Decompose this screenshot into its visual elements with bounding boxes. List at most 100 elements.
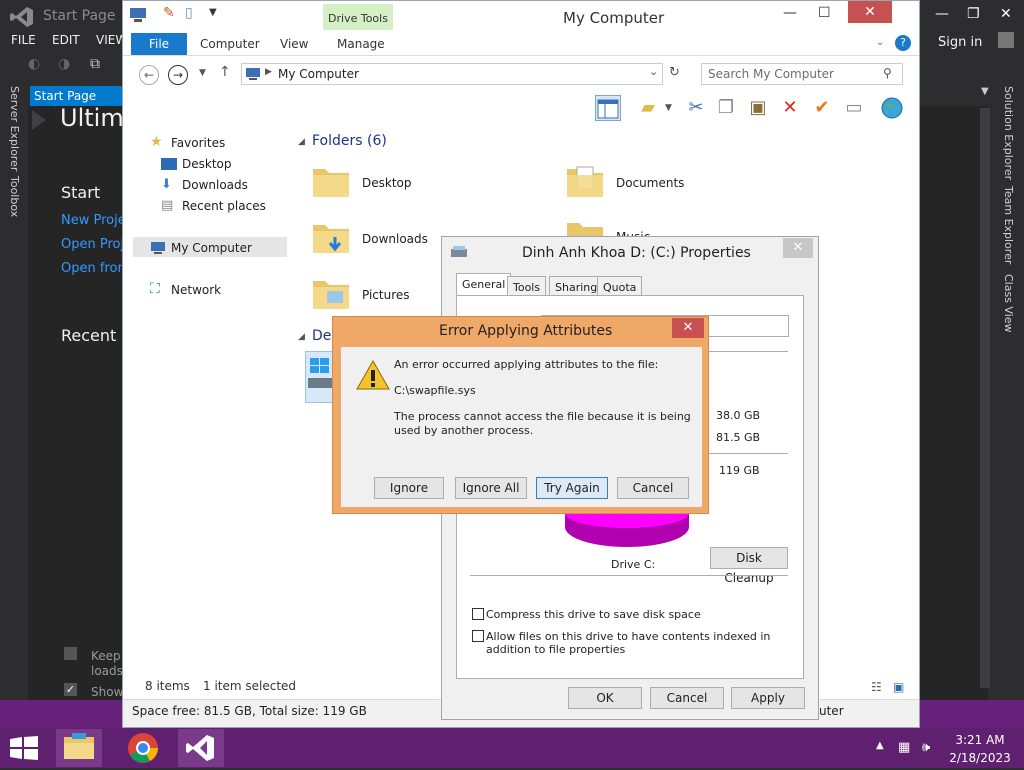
search-input[interactable]: Search My Computer: [701, 63, 903, 85]
ignore-button[interactable]: Ignore: [374, 477, 444, 499]
close-icon[interactable]: ✕: [1000, 6, 1012, 22]
preview-pane-icon[interactable]: [595, 95, 621, 121]
tab-view[interactable]: View: [280, 37, 308, 51]
cancel-button[interactable]: Cancel: [650, 687, 724, 709]
nav-my-computer[interactable]: My Computer: [171, 241, 252, 255]
toolbox-tab[interactable]: Toolbox: [8, 176, 21, 217]
close-icon[interactable]: ✕: [848, 1, 892, 23]
maximize-icon[interactable]: ☐: [818, 5, 831, 21]
tab-general[interactable]: General: [456, 273, 512, 297]
customize-quick-access-icon[interactable]: ▼: [209, 7, 217, 18]
large-icons-view-icon[interactable]: ▣: [893, 680, 904, 694]
new-project-link[interactable]: New Proje: [61, 213, 126, 228]
desktop-icon: [161, 158, 177, 170]
vs-menu-edit[interactable]: EDIT: [52, 33, 80, 47]
minimize-icon[interactable]: —: [783, 5, 797, 21]
show-checkbox[interactable]: ✓: [64, 683, 77, 696]
taskbar-file-explorer[interactable]: [56, 729, 102, 767]
folder-properties-icon[interactable]: ▰: [635, 95, 661, 121]
nav-recent-places[interactable]: Recent places: [182, 199, 266, 213]
close-icon[interactable]: ✕: [672, 318, 704, 338]
taskbar-visual-studio[interactable]: [178, 729, 224, 767]
volume-icon[interactable]: 🕪: [922, 740, 930, 755]
solution-explorer-tab[interactable]: Solution Explorer: [1002, 86, 1015, 180]
vs-menu-file[interactable]: FILE: [11, 33, 36, 47]
ignore-all-button[interactable]: Ignore All: [455, 477, 527, 499]
vs-window-title: Start Page: [43, 8, 116, 24]
details-view-icon[interactable]: ☷: [871, 680, 882, 694]
folders-group-header[interactable]: Folders (6): [312, 133, 387, 149]
try-again-button[interactable]: Try Again: [536, 477, 608, 499]
close-icon[interactable]: ✕: [783, 238, 813, 258]
folder-pictures[interactable]: Pictures: [362, 288, 410, 302]
tab-file[interactable]: File: [131, 33, 187, 55]
new-folder-quick-icon[interactable]: ▯: [185, 5, 193, 21]
error-title: Error Applying Attributes: [439, 323, 613, 339]
folder-desktop[interactable]: Desktop: [362, 176, 412, 190]
windows-start-icon[interactable]: [10, 736, 38, 760]
back-button[interactable]: ←: [139, 65, 159, 85]
warning-icon: [356, 359, 390, 390]
tab-computer[interactable]: Computer: [200, 37, 260, 51]
keep-checkbox[interactable]: [64, 647, 77, 660]
globe-icon[interactable]: [879, 95, 905, 121]
vs-scrollbar[interactable]: [980, 108, 990, 688]
search-icon[interactable]: ⚲: [883, 66, 892, 80]
sign-in-link[interactable]: Sign in: [938, 35, 982, 50]
paste-icon[interactable]: ▣: [745, 95, 771, 121]
forward-button[interactable]: →: [168, 65, 188, 85]
compress-checkbox[interactable]: [472, 608, 484, 620]
properties-quick-icon[interactable]: ✎: [163, 5, 175, 21]
checkmark-icon[interactable]: ✔: [809, 95, 835, 121]
nav-network[interactable]: Network: [171, 283, 221, 297]
chevron-down-icon[interactable]: ▼: [981, 86, 989, 97]
address-bar[interactable]: My Computer: [241, 63, 663, 85]
dropdown-icon[interactable]: ▼: [665, 103, 672, 113]
recent-locations-icon[interactable]: ▼: [199, 68, 206, 78]
nav-downloads[interactable]: Downloads: [182, 178, 248, 192]
open-from-source-control-link[interactable]: Open from: [61, 261, 130, 276]
drive-tools-contextual-tab: Drive Tools: [323, 4, 393, 30]
breadcrumb-chevron-icon[interactable]: ▶: [265, 67, 272, 77]
show-hidden-icons-icon[interactable]: ▲: [876, 740, 884, 751]
copy-icon[interactable]: ❐: [713, 95, 739, 121]
server-explorer-tab[interactable]: Server Explorer: [8, 86, 21, 171]
restore-icon[interactable]: ❐: [967, 6, 980, 22]
user-avatar-icon[interactable]: [998, 32, 1014, 48]
help-icon[interactable]: ?: [895, 35, 911, 51]
collapse-icon[interactable]: ◢: [298, 332, 305, 342]
collapse-icon[interactable]: ◢: [298, 137, 305, 147]
rename-icon[interactable]: ▭: [841, 95, 867, 121]
taskbar-chrome[interactable]: [120, 729, 166, 767]
tab-manage[interactable]: Manage: [337, 37, 385, 51]
back-icon[interactable]: ◐: [28, 56, 40, 72]
minimize-icon[interactable]: —: [935, 6, 949, 22]
class-view-tab[interactable]: Class View: [1002, 274, 1015, 333]
clock-date[interactable]: 2/18/2023: [946, 751, 1014, 765]
nav-favorites[interactable]: Favorites: [171, 136, 225, 150]
cancel-button[interactable]: Cancel: [617, 477, 689, 499]
forward-icon[interactable]: ◑: [58, 56, 70, 72]
folder-icon: [567, 166, 603, 197]
apply-button[interactable]: Apply: [731, 687, 805, 709]
clock-time[interactable]: 3:21 AM: [946, 733, 1014, 747]
refresh-icon[interactable]: ↻: [669, 65, 680, 80]
up-arrow-icon[interactable]: ↑: [219, 64, 231, 80]
team-explorer-tab[interactable]: Team Explorer: [1002, 186, 1015, 264]
folder-documents[interactable]: Documents: [616, 176, 684, 190]
network-tray-icon[interactable]: ▦: [898, 740, 910, 755]
index-checkbox[interactable]: [472, 630, 484, 642]
disk-cleanup-button[interactable]: Disk Cleanup: [710, 547, 788, 585]
vs-right-panel: [920, 106, 988, 700]
start-page-tab[interactable]: Start Page ⊣ ✕: [30, 86, 124, 117]
folder-downloads[interactable]: Downloads: [362, 232, 428, 246]
network-icon: ⛶: [150, 281, 160, 297]
address-dropdown-icon[interactable]: ⌄: [649, 65, 658, 78]
cut-icon[interactable]: ✂: [683, 95, 709, 121]
delete-icon[interactable]: ✕: [777, 95, 803, 121]
expand-ribbon-icon[interactable]: ⌄: [876, 37, 884, 48]
drive-c-item[interactable]: [305, 351, 335, 403]
nav-desktop[interactable]: Desktop: [182, 157, 232, 171]
new-project-icon[interactable]: ⧉: [90, 56, 100, 72]
ok-button[interactable]: OK: [568, 687, 642, 709]
